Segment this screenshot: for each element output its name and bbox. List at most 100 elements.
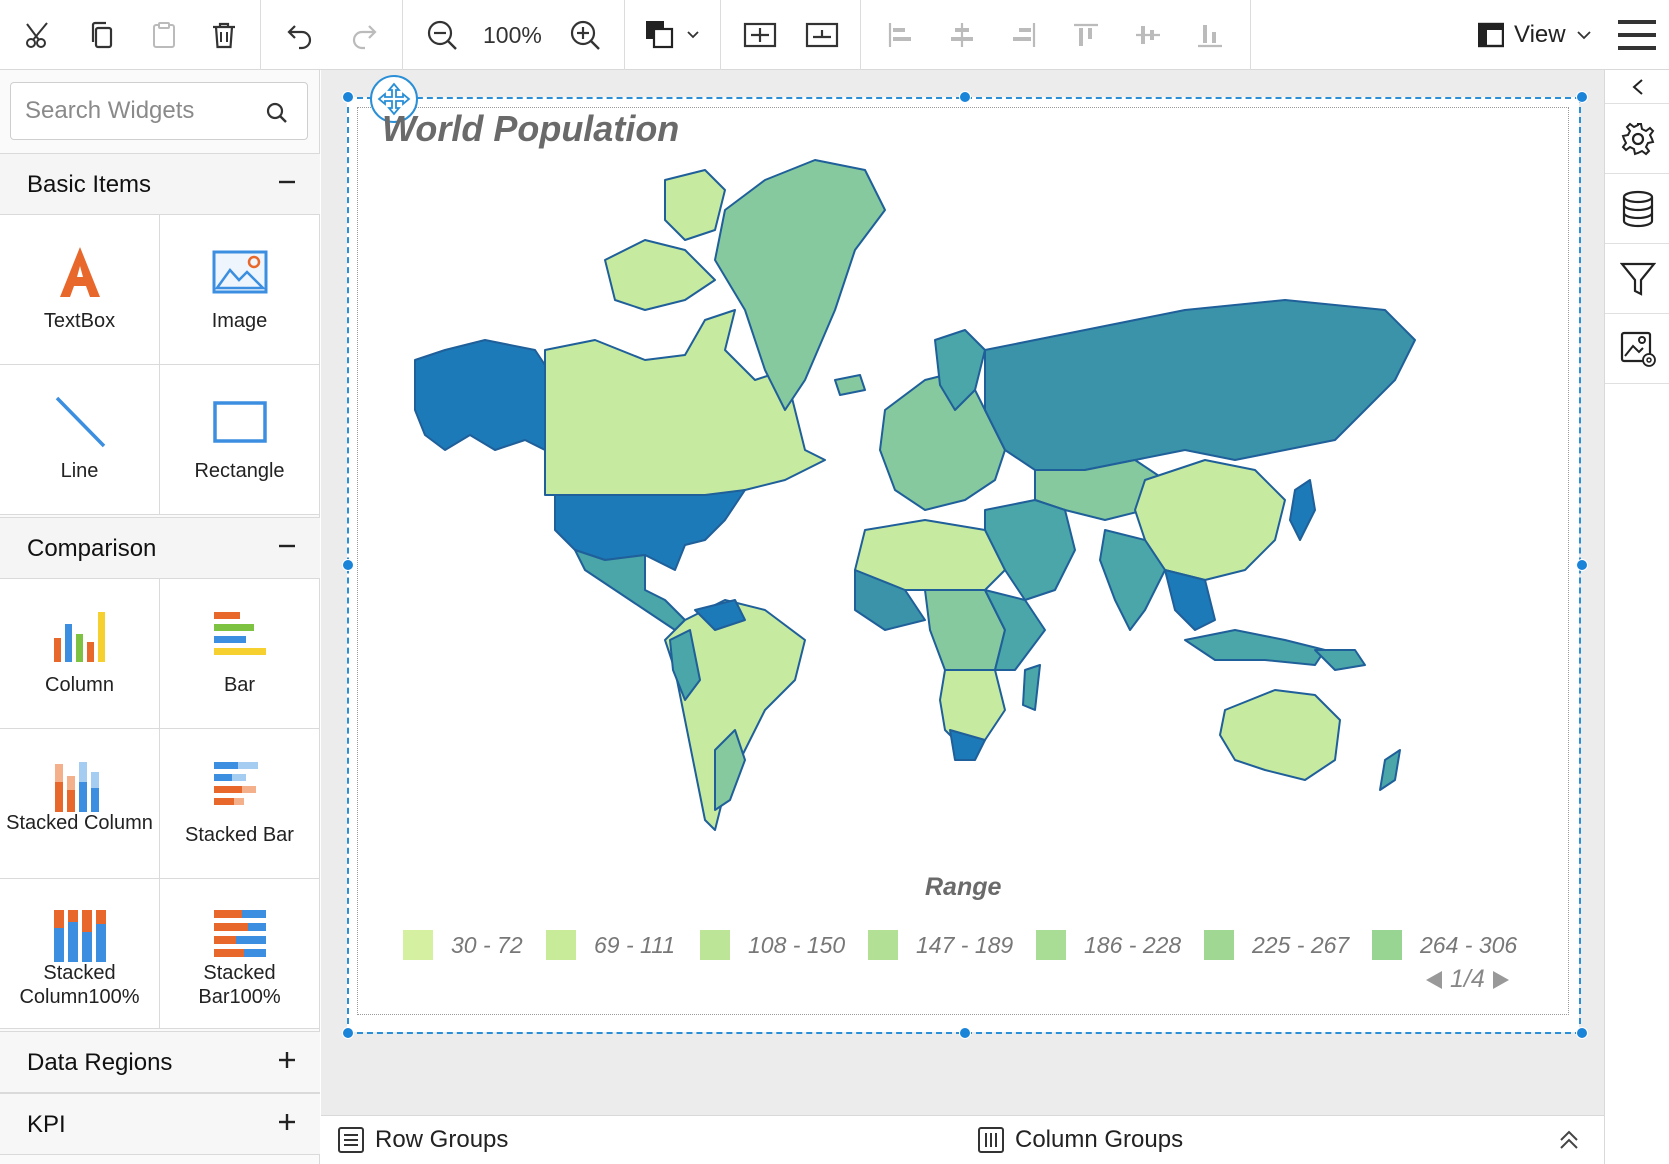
category-kpi[interactable]: KPI [0, 1093, 320, 1155]
textbox-icon [0, 241, 159, 303]
toolbar: 100% View [0, 0, 1669, 70]
zoom-in-icon[interactable] [567, 0, 603, 70]
region-japan [1289, 479, 1316, 541]
row-groups-button[interactable]: Row Groups [337, 1126, 508, 1154]
database-icon[interactable] [1605, 174, 1669, 244]
widget-column[interactable]: Column [0, 579, 160, 729]
legend-swatch [546, 930, 576, 960]
legend-label: 30 - 72 [451, 931, 523, 958]
expand-plus-icon[interactable] [276, 1049, 298, 1071]
widget-stacked-bar[interactable]: Stacked Bar [160, 729, 320, 879]
world-map[interactable] [385, 150, 1525, 870]
filter-icon[interactable] [1605, 244, 1669, 314]
legend-item[interactable]: 30 - 72 [403, 930, 523, 960]
map-title: World Population [382, 108, 680, 149]
widget-label: Stacked Column [6, 812, 153, 834]
column-groups-label: Column Groups [1015, 1126, 1184, 1153]
widget-label: TextBox [43, 310, 116, 332]
image-settings-icon[interactable] [1605, 314, 1669, 384]
widget-label: Stacked Bar100% [198, 962, 281, 1008]
delete-icon[interactable] [206, 0, 242, 70]
align-vertical-icon[interactable] [804, 0, 840, 70]
image-icon [160, 241, 319, 303]
widget-label: Rectangle [194, 460, 285, 482]
search-box [10, 82, 308, 140]
row-groups-label: Row Groups [375, 1126, 509, 1153]
align-left-icon[interactable] [882, 0, 918, 70]
double-chevron-up-icon[interactable] [1558, 1128, 1580, 1152]
resize-handle[interactable] [1576, 91, 1588, 103]
search-input[interactable] [25, 93, 255, 129]
widget-label: Bar [223, 674, 256, 696]
category-label: Basic Items [27, 171, 152, 198]
legend-item[interactable]: 186 - 228 [1036, 930, 1181, 960]
widget-rectangle[interactable]: Rectangle [160, 365, 320, 515]
paste-icon[interactable] [146, 0, 182, 70]
widget-textbox[interactable]: TextBox [0, 215, 160, 365]
copy-icon[interactable] [84, 0, 120, 70]
align-horizontal-icon[interactable] [742, 0, 778, 70]
resize-handle[interactable] [342, 1027, 354, 1039]
category-basic-items[interactable]: Basic Items [0, 153, 320, 215]
region-australia [1219, 689, 1341, 781]
align-right-icon[interactable] [1006, 0, 1042, 70]
next-page-icon[interactable] [1491, 969, 1511, 991]
collapse-left-icon[interactable] [1605, 70, 1669, 104]
hamburger-menu-icon[interactable] [1616, 0, 1658, 70]
resize-handle[interactable] [342, 559, 354, 571]
redo-icon[interactable] [346, 0, 382, 70]
widget-stacked-column[interactable]: Stacked Column [0, 729, 160, 879]
legend-item[interactable]: 108 - 150 [700, 930, 845, 960]
category-data-regions[interactable]: Data Regions [0, 1031, 320, 1093]
resize-handle[interactable] [1576, 559, 1588, 571]
category-comparison[interactable]: Comparison [0, 517, 320, 579]
align-center-icon[interactable] [944, 0, 980, 70]
resize-handle[interactable] [959, 1027, 971, 1039]
region-arctic-islands [604, 239, 716, 311]
basic-items-grid: TextBox Image Line Rectangle [0, 215, 320, 515]
undo-icon[interactable] [282, 0, 318, 70]
legend-label: 264 - 306 [1420, 931, 1518, 958]
category-label: Comparison [27, 535, 157, 562]
legend-item[interactable]: 225 - 267 [1204, 930, 1349, 960]
align-bottom-icon[interactable] [1192, 0, 1228, 70]
align-top-icon[interactable] [1068, 0, 1104, 70]
legend-item[interactable]: 147 - 189 [868, 930, 1013, 960]
expand-plus-icon[interactable] [276, 1111, 298, 1133]
chevron-down-icon [1576, 31, 1591, 40]
legend-pager: 1/4 [1424, 965, 1511, 994]
fill-color-icon[interactable] [644, 0, 702, 70]
stacked-column-icon [0, 755, 159, 817]
collapse-minus-icon[interactable] [276, 171, 298, 193]
column-groups-button[interactable]: Column Groups [977, 1126, 1183, 1154]
rectangle-icon [160, 391, 319, 453]
resize-handle[interactable] [959, 91, 971, 103]
search-icon[interactable] [265, 101, 289, 125]
view-button[interactable]: View [1478, 0, 1592, 70]
line-icon [0, 391, 159, 453]
bar-chart-icon [160, 605, 319, 667]
legend-swatch [1036, 930, 1066, 960]
widget-bar[interactable]: Bar [160, 579, 320, 729]
view-layout-icon [1478, 22, 1504, 48]
legend-label: 108 - 150 [748, 931, 846, 958]
widget-label: Column [45, 674, 114, 696]
align-middle-icon[interactable] [1130, 0, 1166, 70]
zoom-out-icon[interactable] [424, 0, 460, 70]
resize-handle[interactable] [1576, 1027, 1588, 1039]
grouping-bar: Row Groups Column Groups [321, 1115, 1604, 1164]
widget-image[interactable]: Image [160, 215, 320, 365]
widget-stacked-column100[interactable]: Stacked Column100% [0, 879, 160, 1029]
comparison-grid: Column Bar Stacked Column Stacked Bar St… [0, 579, 320, 1029]
collapse-minus-icon[interactable] [276, 535, 298, 557]
widget-line[interactable]: Line [0, 365, 160, 515]
legend-item[interactable]: 264 - 306 [1372, 930, 1517, 960]
settings-gear-icon[interactable] [1605, 104, 1669, 174]
previous-page-icon[interactable] [1424, 969, 1444, 991]
legend-item[interactable]: 69 - 111 [546, 930, 675, 960]
cut-icon[interactable] [20, 0, 56, 70]
widget-stacked-bar100[interactable]: Stacked Bar100% [160, 879, 320, 1029]
zoom-level: 100% [483, 22, 542, 48]
resize-handle[interactable] [342, 91, 354, 103]
category-label: Data Regions [27, 1049, 173, 1076]
